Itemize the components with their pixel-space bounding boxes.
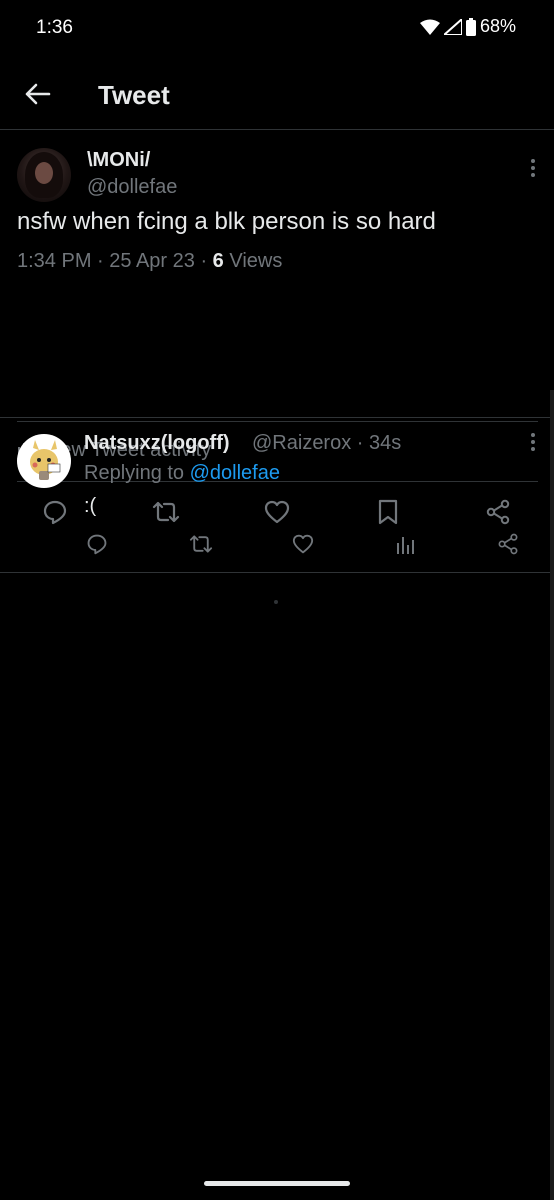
meta-separator: ·: [194, 250, 213, 272]
reply-button[interactable]: [37, 496, 73, 532]
header: Tweet: [0, 64, 554, 128]
reply-author-handle[interactable]: @Raizerox · 34s: [252, 432, 401, 455]
reply-author-name[interactable]: Natsuxz(logoff): [84, 432, 230, 455]
replying-to-mention[interactable]: @dollefae: [190, 462, 280, 484]
scrollbar[interactable]: [550, 390, 554, 1200]
page-title: Tweet: [98, 80, 170, 110]
divider: [17, 421, 538, 422]
tweet-time: 1:34 PM: [17, 250, 92, 272]
divider: [0, 572, 554, 573]
screen: 1:36 68% Tweet \MONi/ @dollefae nsfw whe…: [0, 0, 554, 1200]
replying-to-prefix: Replying to: [84, 462, 190, 484]
tweet-date: 25 Apr 23: [109, 250, 195, 272]
more-options-icon[interactable]: [530, 432, 536, 457]
meta-separator: ·: [91, 250, 110, 272]
replying-to: Replying to @dollefae: [84, 462, 280, 485]
share-button[interactable]: [490, 532, 526, 560]
status-bar: 1:36 68%: [0, 0, 554, 56]
tweet-meta: 1:34 PM · 25 Apr 23 · 6 Views: [17, 250, 282, 273]
more-options-icon[interactable]: [530, 158, 536, 183]
reply-icon: [42, 499, 68, 530]
reply-actions: [0, 532, 554, 560]
views-icon: [396, 534, 416, 559]
reply-text: :(: [84, 495, 97, 517]
battery-percent: 68%: [479, 16, 516, 36]
views-count[interactable]: 6: [213, 250, 224, 272]
divider: [0, 417, 554, 418]
retweet-button[interactable]: [183, 532, 219, 560]
tweet-text: nsfw when fcing a blk person is so hard: [17, 208, 436, 235]
like-button[interactable]: [285, 532, 321, 560]
retweet-button[interactable]: [148, 496, 184, 532]
header-divider: [0, 129, 554, 130]
avatar[interactable]: [17, 434, 71, 488]
views-button[interactable]: [388, 532, 424, 560]
like-icon: [292, 534, 314, 559]
retweet-icon: [152, 499, 180, 530]
reply-button[interactable]: [79, 532, 115, 560]
loading-indicator: [274, 600, 278, 604]
like-icon: [264, 500, 290, 529]
back-button[interactable]: [20, 78, 56, 114]
wifi-icon: [419, 19, 440, 35]
back-arrow-icon: [25, 83, 51, 110]
bookmark-icon: [377, 499, 399, 530]
reply-icon: [86, 533, 108, 560]
status-time: 1:36: [36, 17, 73, 38]
author-name[interactable]: \MONi/: [87, 149, 150, 172]
views-label[interactable]: Views: [224, 250, 282, 272]
share-icon: [497, 533, 519, 560]
signal-icon: [443, 18, 462, 35]
retweet-icon: [189, 533, 213, 560]
avatar[interactable]: [17, 148, 71, 202]
share-icon: [485, 499, 511, 530]
battery-icon: [465, 17, 476, 36]
like-button[interactable]: [259, 496, 295, 532]
home-indicator[interactable]: [204, 1181, 350, 1186]
share-button[interactable]: [480, 496, 516, 532]
status-icons: 68%: [419, 16, 516, 37]
bookmark-button[interactable]: [370, 496, 406, 532]
author-handle[interactable]: @dollefae: [87, 176, 177, 199]
